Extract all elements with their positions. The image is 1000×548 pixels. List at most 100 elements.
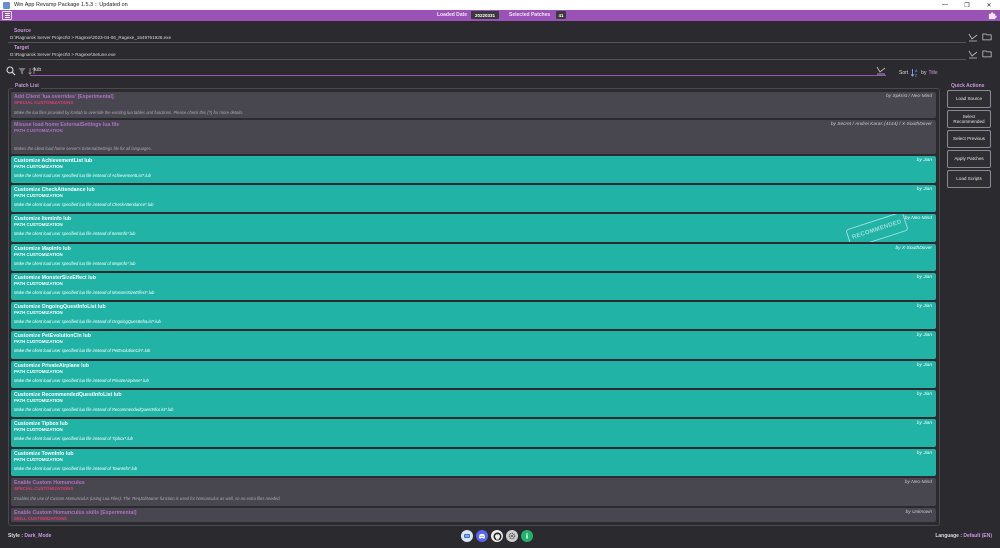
patch-category: PATH CUSTOMIZATION [14,252,63,257]
patch-description: Make the client load user specified lua … [14,173,151,178]
window-titlebar: Win App Revamp Package 1.5.3 :: Updated … [0,0,1000,10]
patch-description: Make the client load user specified lua … [14,231,136,236]
patch-description: Make the lua files provided by lcmlab to… [14,110,244,115]
patch-category: SPECIAL CUSTOMIZATIONS [14,486,74,491]
patch-description: Makes the client load home server's Exte… [14,146,152,151]
patch-description: Make the client load user specified lua … [14,202,154,207]
patch-item[interactable]: Customize MapInfo lub PATH CUSTOMIZATION M… [11,244,936,271]
patch-category: PATH CUSTOMIZATION [14,457,63,462]
discord-icon[interactable] [476,530,488,542]
style-label: Style : [8,533,24,539]
github-icon[interactable] [491,530,503,542]
target-clear-icon[interactable] [968,50,978,59]
patch-description: Make the client load user specified lua … [14,466,138,471]
patch-author: by Jian [916,392,932,397]
minimize-button[interactable]: — [934,0,956,10]
language-selector[interactable]: Default (EN) [963,533,992,539]
patch-author: by Jian [916,275,932,280]
patch-author: by Neo-Mind [904,480,932,485]
patch-item[interactable]: Enable Custom Homunculus skills [Experim… [11,508,936,522]
patch-author: by Jian [916,158,932,163]
app-link-icon[interactable] [461,530,473,542]
apply-patches-button[interactable]: Apply Patches [947,150,991,168]
patch-description: Make the client load user specified lua … [14,436,133,441]
puzzle-icon[interactable] [988,11,997,20]
source-label: Source [14,28,31,34]
selected-patches-count: 41 [556,11,566,19]
patch-item[interactable]: Misuse load home ExternalSettings lua fi… [11,120,936,154]
patch-category: PATH CUSTOMIZATION [14,128,63,133]
patch-category: PATH CUSTOMIZATION [14,310,63,315]
patch-author: by Unknown [905,510,932,515]
target-label: Target [14,45,29,51]
patch-category: PATH CUSTOMIZATION [14,222,63,227]
app-icon [3,1,10,9]
search-clear-icon[interactable] [876,66,886,75]
patch-item[interactable]: Customize MonsterSizeEffect lub PATH CUST… [11,273,936,300]
patch-category: PATH CUSTOMIZATION [14,193,63,198]
patch-description: Make the client load user specified lua … [14,378,149,383]
filter-icon[interactable] [18,67,26,75]
patch-item[interactable]: Customize OngoingQuestInfoList lub PATH C… [11,302,936,329]
sort-field-button[interactable]: Title [928,70,937,76]
settings-gear-icon[interactable] [506,530,518,542]
patch-author: by Jian [916,187,932,192]
patch-category: PATH CUSTOMIZATION [14,339,63,344]
svg-text:A: A [915,69,918,73]
patch-description: Make the client load user specified lua … [14,290,155,295]
patch-list-legend: Patch List [13,83,41,89]
source-path-input[interactable]: D:\Ragnarok Server Project\0 > Ragexe\20… [10,35,171,40]
target-browse-folder-icon[interactable] [982,49,992,58]
patch-category: PATH CUSTOMIZATION [14,398,63,403]
patch-item[interactable]: Customize AchievementList lub PATH CUSTOM… [11,156,936,183]
patch-item[interactable]: Add Client 'lua overrides' [Experimental… [11,92,936,118]
search-icon[interactable] [6,66,16,76]
target-path-input[interactable]: D:\Ragnarok Server Project\0 > Ragexe\Se… [10,52,116,57]
patch-item[interactable]: Customize CheckAttendance lub PATH CUSTOM… [11,185,936,212]
selected-patches-label: Selected Patches [509,12,551,18]
sort-by-label: by [921,69,927,76]
patch-item[interactable]: Customize ItemInfo lub PATH CUSTOMIZATION… [11,214,936,242]
patch-item[interactable]: Enable Custom Homunculus SPECIAL CUSTOMIZ… [11,478,936,506]
patch-category: PATH CUSTOMIZATION [14,281,63,286]
patch-description: Make the client load user specified lua … [14,261,136,266]
select-previous-button[interactable]: Select Previous [947,130,991,148]
patch-description: Make the client load user specified lua … [14,348,151,353]
maximize-button[interactable]: ❐ [956,0,978,10]
patch-author: by Jian [916,333,932,338]
menu-icon[interactable] [2,11,12,20]
info-icon[interactable] [521,530,533,542]
load-source-button[interactable]: Load Source [947,90,991,108]
patch-item[interactable]: Customize Tipbox lub PATH CUSTOMIZATION Ma… [11,419,936,447]
patch-author: by Jian [916,304,932,309]
patch-category: PATH CUSTOMIZATION [14,369,63,374]
patch-author: by Jian [916,421,932,426]
patch-author: by X-SouthDover [895,246,932,251]
patch-description: Enables the use of Custom Homunculus (us… [14,496,281,501]
patch-author: by Secret / Andrei Karas (4144) / X-Sout… [830,122,932,127]
select-recommended-button[interactable]: Select Recommended [947,110,991,128]
quick-actions-title: Quick Actions [951,83,985,89]
window-title: Win App Revamp Package 1.5.3 :: Updated … [14,2,128,8]
svg-text:Z: Z [915,74,918,78]
patch-author: by Spkrist / Neo-Mind [886,94,932,99]
patch-item[interactable]: Customize TownInfo lub PATH CUSTOMIZATION… [11,449,936,476]
search-input[interactable]: lub [34,67,41,73]
patch-author: by Neo-Mind [904,216,932,221]
sort-direction-icon[interactable]: A Z [910,68,919,77]
load-scripts-button[interactable]: Load Scripts [947,170,991,188]
patch-author: by Jian [916,451,932,456]
close-button[interactable]: ✕ [978,0,1000,10]
source-browse-folder-icon[interactable] [982,32,992,41]
sort-label: Sort [899,69,909,76]
source-clear-icon[interactable] [968,33,978,42]
patch-item[interactable]: Customize PetEvolutionCln lub PATH CUSTOM… [11,331,936,359]
style-selector[interactable]: Dark_Mode [24,533,51,539]
patch-category: SKILL CUSTOMIZATIONS [14,516,67,521]
loaded-date-value: 20220331 [471,11,499,19]
patch-description: Make the client load user specified lua … [14,407,174,412]
patch-category: PATH CUSTOMIZATION [14,427,63,432]
patch-item[interactable]: Customize PrivateAirplane lub PATH CUSTOM… [11,361,936,388]
patch-item[interactable]: Customize RecommendedQuestInfoList lub PA… [11,390,936,417]
recommended-stamp: RECOMMENDED [845,214,909,242]
